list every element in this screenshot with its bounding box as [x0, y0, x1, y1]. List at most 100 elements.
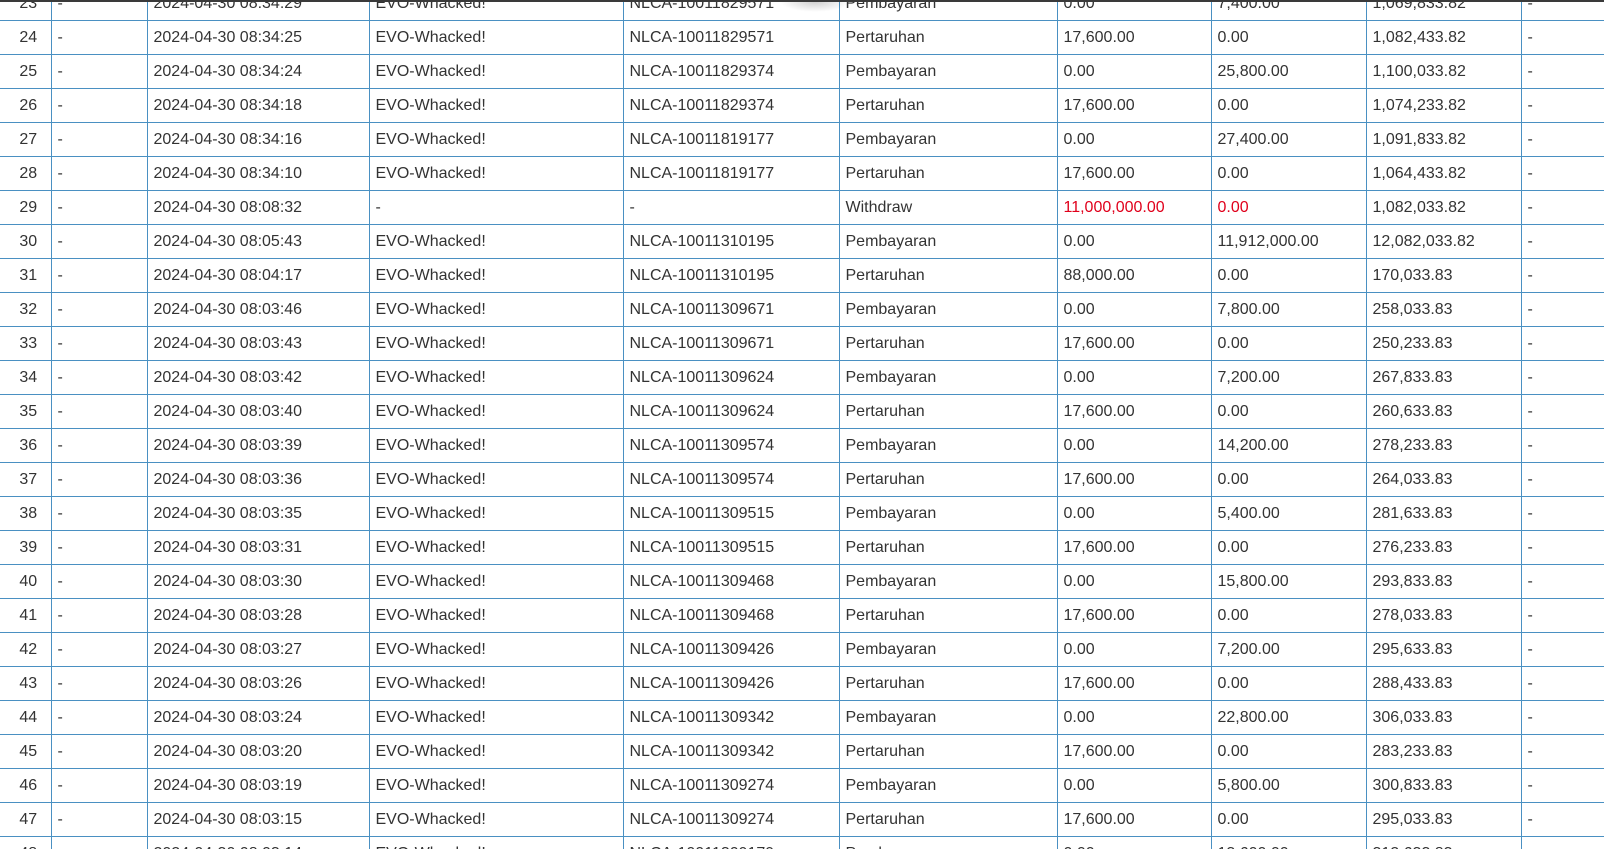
- row-number-cell: 23: [0, 0, 52, 21]
- reference-cell: -: [50, 190, 148, 225]
- round-id-cell: NLCA-10011309671: [622, 292, 840, 327]
- debit-amount-cell: 0.00: [1056, 0, 1212, 21]
- note-cell: -: [1520, 20, 1604, 55]
- note-cell: -: [1520, 360, 1604, 395]
- round-id-cell: -: [622, 190, 840, 225]
- credit-amount-cell: 5,400.00: [1210, 496, 1367, 531]
- reference-cell: -: [50, 734, 148, 769]
- reference-cell: -: [50, 122, 148, 157]
- debit-amount-cell: 0.00: [1056, 360, 1212, 395]
- datetime-cell: 2024-04-30 08:03:30: [146, 564, 370, 599]
- balance-cell: 1,082,033.82: [1365, 190, 1522, 225]
- row-number-cell: 34: [0, 360, 52, 395]
- debit-amount-cell: 0.00: [1056, 700, 1212, 735]
- transaction-type-cell: Pembayaran: [838, 224, 1058, 259]
- round-id-cell: NLCA-10011309624: [622, 394, 840, 429]
- game-name-cell: EVO-Whacked!: [368, 156, 624, 191]
- datetime-cell: 2024-04-30 08:08:32: [146, 190, 370, 225]
- round-id-cell: NLCA-10011309574: [622, 428, 840, 463]
- debit-amount-cell: 0.00: [1056, 224, 1212, 259]
- credit-amount-cell: 11,912,000.00: [1210, 224, 1367, 259]
- table-row: 37-2024-04-30 08:03:36 EVO-Whacked! NLCA-1…: [0, 462, 1604, 497]
- datetime-cell: 2024-04-30 08:03:14: [146, 836, 370, 849]
- round-id-cell: NLCA-10011829374: [622, 88, 840, 123]
- note-cell: -: [1520, 190, 1604, 225]
- row-number-cell: 43: [0, 666, 52, 701]
- credit-amount-cell: 0.00: [1210, 190, 1367, 225]
- game-name-cell: EVO-Whacked!: [368, 224, 624, 259]
- balance-cell: 283,233.83: [1365, 734, 1522, 769]
- reference-cell: -: [50, 462, 148, 497]
- balance-cell: 278,233.83: [1365, 428, 1522, 463]
- note-cell: -: [1520, 802, 1604, 837]
- table-row: 25-2024-04-30 08:34:24 EVO-Whacked! NLCA-1…: [0, 54, 1604, 89]
- game-name-cell: EVO-Whacked!: [368, 394, 624, 429]
- transaction-type-cell: Pertaruhan: [838, 20, 1058, 55]
- transaction-type-cell: Pertaruhan: [838, 326, 1058, 361]
- row-number-cell: 46: [0, 768, 52, 803]
- credit-amount-cell: 0.00: [1210, 394, 1367, 429]
- reference-cell: -: [50, 0, 148, 21]
- row-number-cell: 42: [0, 632, 52, 667]
- game-name-cell: EVO-Whacked!: [368, 360, 624, 395]
- round-id-cell: NLCA-10011309274: [622, 768, 840, 803]
- table-row: 38-2024-04-30 08:03:35 EVO-Whacked! NLCA-1…: [0, 496, 1604, 531]
- transaction-type-cell: Pertaruhan: [838, 258, 1058, 293]
- balance-cell: 281,633.83: [1365, 496, 1522, 531]
- table-row: 43-2024-04-30 08:03:26 EVO-Whacked! NLCA-1…: [0, 666, 1604, 701]
- game-name-cell: EVO-Whacked!: [368, 496, 624, 531]
- round-id-cell: NLCA-10011309624: [622, 360, 840, 395]
- debit-amount-cell: 17,600.00: [1056, 734, 1212, 769]
- datetime-cell: 2024-04-30 08:34:25: [146, 20, 370, 55]
- balance-cell: 170,033.83: [1365, 258, 1522, 293]
- game-name-cell: EVO-Whacked!: [368, 768, 624, 803]
- table-row: 27-2024-04-30 08:34:16 EVO-Whacked! NLCA-1…: [0, 122, 1604, 157]
- note-cell: -: [1520, 326, 1604, 361]
- note-cell: -: [1520, 292, 1604, 327]
- game-name-cell: EVO-Whacked!: [368, 462, 624, 497]
- debit-amount-cell: 0.00: [1056, 54, 1212, 89]
- transaction-type-cell: Pembayaran: [838, 700, 1058, 735]
- credit-amount-cell: 0.00: [1210, 326, 1367, 361]
- game-name-cell: EVO-Whacked!: [368, 598, 624, 633]
- transaction-table-container[interactable]: 23-2024-04-30 08:34:29 EVO-Whacked! NLCA-1…: [0, 0, 1604, 849]
- round-id-cell: NLCA-10011309515: [622, 530, 840, 565]
- transaction-type-cell: Pembayaran: [838, 836, 1058, 849]
- reference-cell: -: [50, 292, 148, 327]
- debit-amount-cell: 17,600.00: [1056, 394, 1212, 429]
- debit-amount-cell: 0.00: [1056, 564, 1212, 599]
- credit-amount-cell: 0.00: [1210, 462, 1367, 497]
- table-row: 40-2024-04-30 08:03:30 EVO-Whacked! NLCA-1…: [0, 564, 1604, 599]
- balance-cell: 1,069,833.82: [1365, 0, 1522, 21]
- round-id-cell: NLCA-10011309342: [622, 734, 840, 769]
- game-name-cell: EVO-Whacked!: [368, 54, 624, 89]
- game-name-cell: EVO-Whacked!: [368, 734, 624, 769]
- reference-cell: -: [50, 88, 148, 123]
- credit-amount-cell: 0.00: [1210, 666, 1367, 701]
- table-row: 45-2024-04-30 08:03:20 EVO-Whacked! NLCA-1…: [0, 734, 1604, 769]
- balance-cell: 278,033.83: [1365, 598, 1522, 633]
- transaction-type-cell: Withdraw: [838, 190, 1058, 225]
- note-cell: -: [1520, 836, 1604, 849]
- game-name-cell: EVO-Whacked!: [368, 564, 624, 599]
- transaction-type-cell: Pertaruhan: [838, 598, 1058, 633]
- balance-cell: 250,233.83: [1365, 326, 1522, 361]
- balance-cell: 1,074,233.82: [1365, 88, 1522, 123]
- datetime-cell: 2024-04-30 08:03:20: [146, 734, 370, 769]
- game-name-cell: EVO-Whacked!: [368, 258, 624, 293]
- debit-amount-cell: 11,000,000.00: [1056, 190, 1212, 225]
- datetime-cell: 2024-04-30 08:03:24: [146, 700, 370, 735]
- row-number-cell: 44: [0, 700, 52, 735]
- game-name-cell: -: [368, 190, 624, 225]
- debit-amount-cell: 17,600.00: [1056, 20, 1212, 55]
- note-cell: -: [1520, 462, 1604, 497]
- debit-amount-cell: 0.00: [1056, 292, 1212, 327]
- balance-cell: 267,833.83: [1365, 360, 1522, 395]
- debit-amount-cell: 17,600.00: [1056, 88, 1212, 123]
- game-name-cell: EVO-Whacked!: [368, 700, 624, 735]
- transaction-table-body: 23-2024-04-30 08:34:29 EVO-Whacked! NLCA-1…: [0, 0, 1604, 849]
- table-row: 32-2024-04-30 08:03:46 EVO-Whacked! NLCA-1…: [0, 292, 1604, 327]
- credit-amount-cell: 13,600.00: [1210, 836, 1367, 849]
- row-number-cell: 40: [0, 564, 52, 599]
- row-number-cell: 38: [0, 496, 52, 531]
